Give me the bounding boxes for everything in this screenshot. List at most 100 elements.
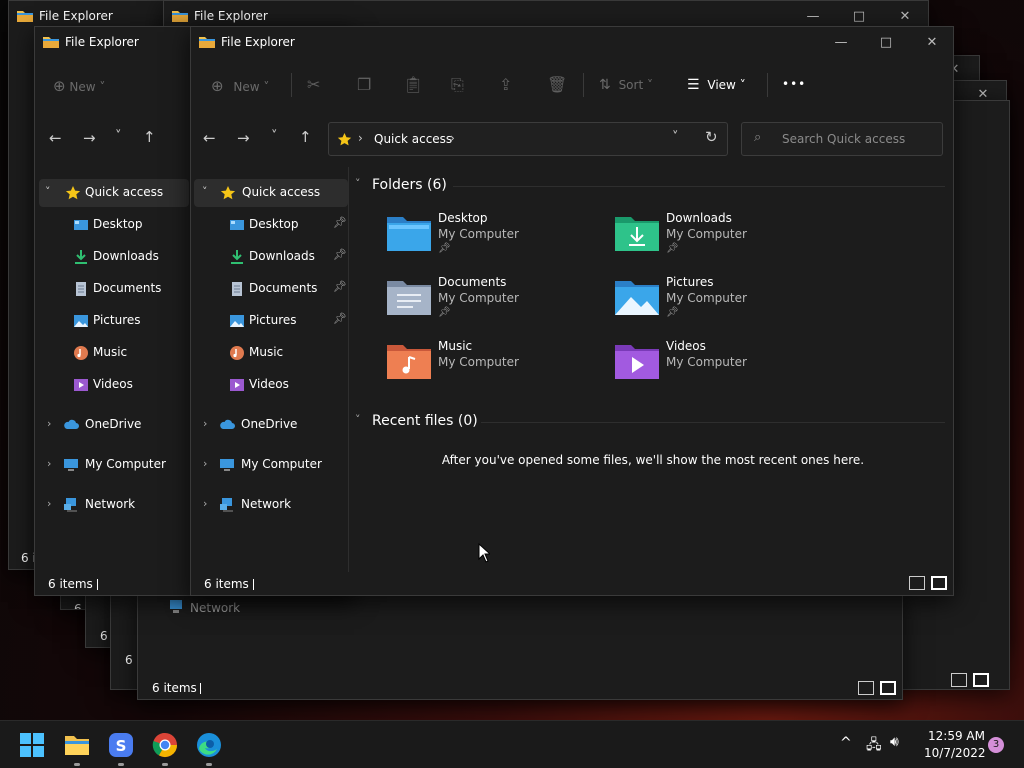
sort-button[interactable]: ⇅ Sort ˅ (599, 77, 653, 93)
sidebar-item-onedrive[interactable]: › OneDrive (35, 411, 193, 439)
star-icon (337, 132, 352, 146)
sidebar-item-network[interactable]: › Network (35, 491, 193, 519)
volume-tray-icon[interactable]: 🔊︎ (890, 734, 899, 750)
sidebar-item-videos[interactable]: Videos (191, 371, 349, 399)
back-icon[interactable]: ← (203, 129, 216, 147)
up-icon[interactable]: ↑ (299, 128, 312, 146)
new-button[interactable]: ⊕ New ˅ (53, 77, 105, 95)
paste-icon[interactable]: 📋︎ (403, 75, 423, 94)
sidebar-item-quick-access[interactable]: ˅ Quick access (194, 179, 348, 207)
app-s-taskbar-icon[interactable]: S (107, 731, 135, 759)
sidebar-item-downloads[interactable]: Downloads (35, 243, 193, 271)
folders-section-header[interactable]: Folders (6) (372, 177, 447, 193)
folders-collapse-icon[interactable]: ˅ (355, 177, 361, 190)
title-bar[interactable]: File Explorer — □ ✕ (191, 27, 953, 57)
folder-location: My Computer (438, 355, 519, 369)
folder-tile-pictures[interactable]: Pictures My Computer 📌︎ (609, 271, 829, 327)
recent-chevron-icon[interactable]: ˅ (115, 129, 122, 144)
explorer-window-back-6[interactable]: Network 6 items (137, 590, 903, 700)
sidebar-item-my-computer[interactable]: › My Computer (35, 451, 193, 479)
status-divider (200, 683, 201, 694)
search-input[interactable]: Search Quick access (782, 132, 905, 146)
search-box[interactable]: ⌕ Search Quick access (741, 122, 943, 156)
up-icon[interactable]: ↑ (143, 128, 156, 146)
view-tiles-icon[interactable] (931, 576, 947, 590)
breadcrumb-quick-access[interactable]: Quick access (374, 132, 452, 146)
folder-tile-desktop[interactable]: Desktop My Computer 📌︎ (381, 207, 601, 263)
sidebar-item-documents[interactable]: Documents 📌︎ (191, 275, 349, 303)
recent-files-section-header[interactable]: Recent files (0) (372, 413, 478, 429)
address-dropdown-icon[interactable]: ˅ (672, 130, 679, 145)
sidebar-item-desktop[interactable]: Desktop 📌︎ (191, 211, 349, 239)
sidebar-item-quick-access[interactable]: ˅ Quick access (39, 179, 189, 207)
sidebar-item-downloads[interactable]: Downloads 📌︎ (191, 243, 349, 271)
folder-tile-downloads[interactable]: Downloads My Computer 📌︎ (609, 207, 829, 263)
folder-name: Desktop (438, 211, 488, 225)
address-bar[interactable]: › Quick access › ˅ ↻ (328, 122, 728, 156)
sidebar-item-my-computer[interactable]: › My Computer (191, 451, 349, 479)
new-button[interactable]: ⊕ New ˅ (211, 77, 269, 95)
view-details-icon[interactable] (951, 673, 967, 687)
sidebar-item-desktop[interactable]: Desktop (35, 211, 193, 239)
back-icon[interactable]: ← (49, 129, 62, 147)
sort-label: Sort (618, 78, 644, 92)
sidebar-label: Music (249, 345, 284, 359)
close-button[interactable]: ✕ (909, 29, 953, 57)
start-windows-icon[interactable] (19, 732, 45, 758)
expand-chevron-icon: › (203, 457, 208, 470)
pin-icon[interactable]: 📌︎ (333, 280, 347, 293)
chrome-taskbar-icon[interactable] (151, 731, 179, 759)
cloud-icon (64, 419, 79, 429)
pin-icon[interactable]: 📌︎ (333, 216, 347, 229)
breadcrumb-separator[interactable]: › (450, 131, 455, 145)
section-rule (453, 186, 945, 187)
show-hidden-icons-chevron-icon[interactable]: ^ (840, 735, 852, 751)
folder-tile-music[interactable]: Music My Computer (381, 335, 601, 383)
folder-tile-videos[interactable]: Videos My Computer (609, 335, 829, 383)
sidebar-item-onedrive[interactable]: › OneDrive (191, 411, 349, 439)
status-divider (97, 579, 98, 590)
share-icon[interactable]: ⇪ (499, 75, 512, 94)
pin-icon[interactable]: 📌︎ (333, 248, 347, 261)
sidebar-item-network[interactable]: Network (190, 601, 240, 615)
sidebar-item-documents[interactable]: Documents (35, 275, 193, 303)
window-title: File Explorer (194, 9, 268, 23)
view-tiles-icon[interactable] (880, 681, 896, 695)
delete-icon[interactable]: 🗑︎ (547, 75, 567, 94)
forward-icon[interactable]: → (83, 129, 96, 147)
folder-tile-documents[interactable]: Documents My Computer 📌︎ (381, 271, 601, 327)
chevron-down-icon: ˅ (739, 78, 746, 92)
sidebar-item-pictures[interactable]: Pictures 📌︎ (191, 307, 349, 335)
view-details-icon[interactable] (909, 576, 925, 590)
view-details-icon[interactable] (858, 681, 874, 695)
view-tiles-icon[interactable] (973, 673, 989, 687)
sidebar-item-pictures[interactable]: Pictures (35, 307, 193, 335)
computer-icon (220, 459, 234, 471)
explorer-window-active[interactable]: File Explorer — □ ✕ ⊕ New ˅ ✂ ❐ 📋︎ ⎘ ⇪ 🗑… (190, 26, 954, 596)
sidebar-item-network[interactable]: › Network (191, 491, 349, 519)
cut-icon[interactable]: ✂ (307, 75, 320, 94)
maximize-button[interactable]: □ (863, 29, 909, 57)
toolbar-divider (767, 73, 768, 97)
recent-chevron-icon[interactable]: ˅ (271, 129, 278, 144)
sidebar-item-videos[interactable]: Videos (35, 371, 193, 399)
edge-taskbar-icon[interactable] (195, 731, 223, 759)
clock-date[interactable]: 10/7/2022 (924, 746, 986, 760)
recent-collapse-icon[interactable]: ˅ (355, 413, 361, 426)
sidebar-item-music[interactable]: Music (191, 339, 349, 367)
view-button[interactable]: ☰ View ˅ (687, 77, 746, 93)
more-options-button[interactable]: ••• (782, 77, 806, 91)
network-tray-icon[interactable]: 🖧︎ (866, 734, 882, 758)
file-explorer-taskbar-icon[interactable] (63, 731, 91, 759)
recent-files-empty-message: After you've opened some files, we'll sh… (441, 453, 865, 467)
refresh-icon[interactable]: ↻ (705, 128, 718, 146)
copy-icon[interactable]: ❐ (357, 75, 371, 94)
pin-icon[interactable]: 📌︎ (333, 312, 347, 325)
rename-icon[interactable]: ⎘ (451, 75, 464, 95)
folder-icon (172, 11, 188, 22)
clock-time[interactable]: 12:59 AM (928, 729, 985, 743)
sidebar-item-music[interactable]: Music (35, 339, 193, 367)
minimize-button[interactable]: — (818, 29, 864, 57)
forward-icon[interactable]: → (237, 129, 250, 147)
notification-badge[interactable]: 3 (988, 737, 1004, 753)
